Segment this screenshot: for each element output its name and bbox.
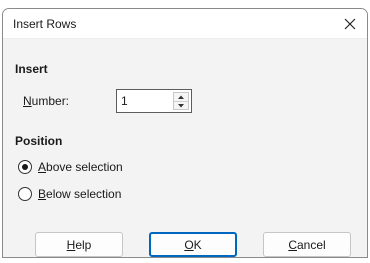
number-input[interactable]: 1 <box>121 94 128 108</box>
number-label-mnemonic: N <box>23 94 32 108</box>
below-selection-label: Below selection <box>38 187 122 201</box>
ok-button[interactable]: OK <box>149 232 237 257</box>
number-label-rest: umber: <box>31 94 70 108</box>
position-section-title: Position <box>15 134 63 148</box>
spin-buttons <box>173 92 189 110</box>
radio-unselected-icon <box>18 187 32 201</box>
above-selection-radio[interactable]: Above selection <box>18 160 123 174</box>
radio-selected-icon <box>18 160 32 174</box>
triangle-up-icon <box>178 95 184 99</box>
help-button[interactable]: Help <box>35 232 123 257</box>
dialog-title: Insert Rows <box>13 17 77 31</box>
insert-section-title: Insert <box>15 62 48 76</box>
cancel-button[interactable]: Cancel <box>263 232 351 257</box>
title-bar[interactable]: Insert Rows <box>3 9 367 39</box>
spin-down-button[interactable] <box>174 101 188 110</box>
above-selection-label: Above selection <box>38 160 123 174</box>
below-selection-radio[interactable]: Below selection <box>18 187 121 201</box>
number-label: Number: <box>23 94 69 108</box>
close-button[interactable] <box>333 9 367 39</box>
close-icon <box>344 18 356 30</box>
insert-rows-dialog: Insert Rows Insert Number: 1 Position Ab… <box>2 8 368 258</box>
number-spinbox[interactable]: 1 <box>116 89 192 113</box>
triangle-down-icon <box>178 104 184 108</box>
